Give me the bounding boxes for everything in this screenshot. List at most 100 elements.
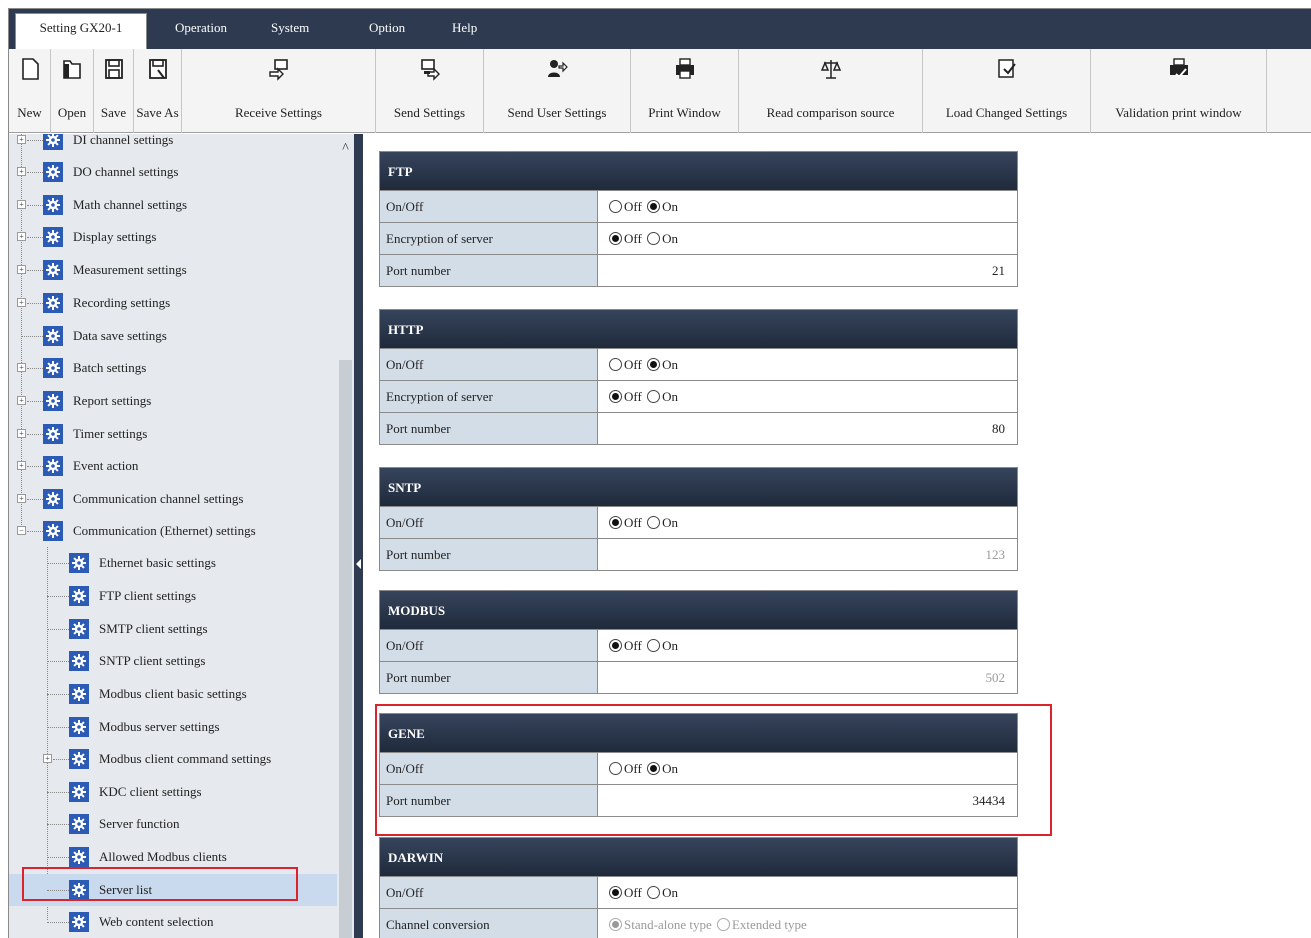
gear-icon	[43, 326, 63, 346]
menu-bar: Setting GX20-1 Operation System Option H…	[9, 9, 1311, 49]
tree-item[interactable]: SNTP client settings	[9, 645, 354, 677]
gear-icon	[43, 489, 63, 509]
tree-item[interactable]: Ethernet basic settings	[9, 547, 354, 579]
save-as-button[interactable]: Save As	[134, 49, 182, 133]
tree-item-label: Math channel settings	[73, 197, 188, 212]
tree-item[interactable]: + Timer settings	[9, 418, 354, 450]
app-window: Setting GX20-1 Operation System Option H…	[8, 8, 1311, 938]
expand-icon[interactable]: +	[17, 363, 26, 372]
tree-item[interactable]: + Modbus client command settings	[9, 743, 354, 775]
menu-system[interactable]: System	[271, 15, 309, 49]
send-user-settings-button[interactable]: Send User Settings	[484, 49, 631, 133]
menu-help[interactable]: Help	[452, 15, 477, 49]
expand-icon[interactable]: +	[17, 396, 26, 405]
http-port-input[interactable]: 80	[598, 413, 1017, 444]
on-radio[interactable]	[647, 390, 661, 403]
on-radio[interactable]	[647, 200, 661, 213]
menu-option[interactable]: Option	[369, 15, 405, 49]
gear-icon	[43, 391, 63, 411]
tree-item[interactable]: + Display settings	[9, 221, 354, 253]
expand-icon[interactable]: +	[17, 429, 26, 438]
on-radio[interactable]	[647, 886, 661, 899]
tree-item[interactable]: + DI channel settings	[9, 134, 354, 156]
expand-icon[interactable]: +	[17, 298, 26, 307]
validation-print-window-button[interactable]: Validation print window	[1091, 49, 1267, 133]
menu-operation[interactable]: Operation	[175, 15, 227, 49]
off-radio[interactable]	[609, 886, 622, 899]
save-button[interactable]: Save	[94, 49, 134, 133]
extended-radio[interactable]	[716, 918, 730, 931]
menu-setting-tab[interactable]: Setting GX20-1	[15, 13, 147, 49]
off-radio[interactable]	[609, 390, 622, 403]
tree-item[interactable]: + Event action	[9, 450, 354, 482]
panel-splitter[interactable]	[354, 134, 363, 938]
tree-item[interactable]: + Batch settings	[9, 352, 354, 384]
gear-icon	[69, 847, 89, 867]
tree-connector	[47, 824, 69, 825]
row-label: On/Off	[380, 349, 598, 380]
tree-item[interactable]: Server function	[9, 808, 354, 840]
off-radio[interactable]	[609, 358, 622, 371]
expand-icon[interactable]: +	[17, 494, 26, 503]
tree-item-label: DO channel settings	[73, 164, 179, 179]
ftp-port-input[interactable]: 21	[598, 255, 1017, 286]
tree-item[interactable]: FTP client settings	[9, 580, 354, 612]
tree-item[interactable]: + DO channel settings	[9, 156, 354, 188]
http-onoff-radios: Off On	[598, 349, 1017, 380]
validation-print-icon	[1169, 58, 1188, 79]
expand-icon[interactable]: +	[17, 265, 26, 274]
tree-item[interactable]: + Communication channel settings	[9, 483, 354, 515]
collapse-arrow-icon[interactable]	[356, 559, 361, 569]
on-radio[interactable]	[647, 358, 661, 371]
expand-icon[interactable]: +	[43, 754, 52, 763]
off-radio[interactable]	[609, 232, 622, 245]
http-onoff-row: On/Off Off On	[380, 348, 1017, 380]
tree-scrollbar[interactable]: ^	[337, 134, 354, 938]
tree-item[interactable]: + Measurement settings	[9, 254, 354, 286]
tree-connector	[27, 237, 43, 238]
tree-item[interactable]: − Communication (Ethernet) settings	[9, 515, 354, 547]
on-radio[interactable]	[647, 516, 661, 529]
gear-icon	[43, 134, 63, 150]
new-button[interactable]: New	[9, 49, 51, 133]
darwin-section: DARWIN On/Off Off On Channel conversion …	[379, 837, 1018, 938]
tree-item-label: KDC client settings	[99, 784, 202, 799]
off-radio[interactable]	[609, 200, 622, 213]
tree-item[interactable]: Modbus client basic settings	[9, 678, 354, 710]
read-comparison-source-button[interactable]: Read comparison source	[739, 49, 923, 133]
tree-item-label: Timer settings	[73, 426, 148, 441]
tree-item[interactable]: + Report settings	[9, 385, 354, 417]
on-radio[interactable]	[647, 639, 661, 652]
print-window-button[interactable]: Print Window	[631, 49, 739, 133]
sntp-port-input[interactable]: 123	[598, 539, 1017, 570]
expand-icon[interactable]: +	[17, 135, 26, 144]
expand-icon[interactable]: +	[17, 461, 26, 470]
tree-item[interactable]: KDC client settings	[9, 776, 354, 808]
send-settings-button[interactable]: Send Settings	[376, 49, 484, 133]
stand-alone-radio[interactable]	[609, 918, 622, 931]
expand-icon[interactable]: +	[17, 232, 26, 241]
tree-item[interactable]: + Math channel settings	[9, 189, 354, 221]
expand-icon[interactable]: +	[17, 200, 26, 209]
on-radio[interactable]	[647, 232, 661, 245]
row-label: Port number	[380, 413, 598, 444]
receive-settings-button[interactable]: Receive Settings	[182, 49, 376, 133]
tree-item-label: Modbus client basic settings	[99, 686, 247, 701]
off-radio[interactable]	[609, 516, 622, 529]
scroll-up-icon[interactable]: ^	[339, 142, 352, 158]
tree-item[interactable]: Modbus server settings	[9, 711, 354, 743]
tree-item[interactable]: Data save settings	[9, 320, 354, 352]
expand-icon[interactable]: +	[17, 167, 26, 176]
load-changed-settings-button[interactable]: Load Changed Settings	[923, 49, 1091, 133]
tree-item[interactable]: Web content selection	[9, 906, 354, 938]
row-label: On/Off	[380, 877, 598, 908]
tree-connector	[53, 759, 69, 760]
gear-icon	[69, 586, 89, 606]
open-button[interactable]: Open	[51, 49, 94, 133]
modbus-port-input[interactable]: 502	[598, 662, 1017, 693]
collapse-icon[interactable]: −	[17, 526, 26, 535]
tree-item[interactable]: + Recording settings	[9, 287, 354, 319]
tree-item[interactable]: SMTP client settings	[9, 613, 354, 645]
scroll-thumb[interactable]	[339, 360, 352, 938]
off-radio[interactable]	[609, 639, 622, 652]
